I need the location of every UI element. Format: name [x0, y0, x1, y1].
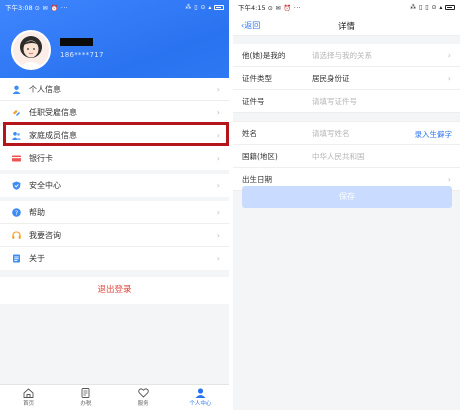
right-screen-family-member-detail: 下午4:15 ⊙ ✉ ⏰ ··· ⁂ ▯ ▯ ⊙ ▴ 详情 ‹返回 他(她)是我… — [233, 0, 460, 410]
menu-label: 我要咨询 — [29, 230, 61, 240]
chevron-right-icon: › — [216, 154, 220, 163]
field-label: 姓名 — [242, 128, 257, 138]
highlight-box-family-members — [3, 122, 229, 146]
menu-group-help: ? 帮助 › 我要咨询 › 关于 › — [0, 201, 229, 270]
user-phone: 186****717 — [60, 51, 104, 59]
chevron-right-icon: › — [216, 181, 220, 190]
menu-item-about[interactable]: 关于 › — [0, 247, 229, 270]
menu-label: 任职受雇信息 — [29, 107, 77, 117]
bottom-tab-bar: 首页 办税 服务 个人中心 — [0, 384, 229, 410]
save-button[interactable]: 保存 — [242, 186, 452, 208]
menu-item-personal-info[interactable]: 个人信息 › — [0, 78, 229, 101]
menu-item-security-center[interactable]: 安全中心 › — [0, 174, 229, 197]
bank-card-icon — [12, 154, 21, 163]
help-icon: ? — [12, 207, 21, 217]
member-form: 他(她)是我的 请选择与我的关系 › 证件类型 居民身份证 › 证件号 请填写证… — [233, 44, 460, 191]
menu-label: 个人信息 — [29, 84, 61, 94]
tab-tax[interactable]: 办税 — [57, 385, 114, 410]
home-icon — [23, 388, 34, 398]
menu-item-help[interactable]: ? 帮助 › — [0, 201, 229, 224]
chevron-right-icon: › — [216, 85, 220, 94]
menu-label: 帮助 — [29, 207, 45, 217]
tab-home[interactable]: 首页 — [0, 385, 57, 410]
field-name[interactable]: 姓名 请填写姓名 录入生僻字 — [233, 122, 460, 145]
status-signal-icons: ⁂ ▯ ▯ ⊙ ▴ — [410, 4, 443, 11]
menu-item-consult[interactable]: 我要咨询 › — [0, 224, 229, 247]
user-name-redacted — [60, 38, 93, 46]
left-screen-my-profile: 下午3:08 ⊙ ✉ ⏰ ··· ⁂ ▯ ⊙ ▴ 186****717 个人信息… — [0, 0, 229, 410]
menu-group-security: 安全中心 › — [0, 174, 229, 197]
nav-header: 下午4:15 ⊙ ✉ ⏰ ··· ⁂ ▯ ▯ ⊙ ▴ 详情 ‹返回 — [233, 0, 460, 36]
user-center-icon — [195, 388, 206, 398]
field-label: 他(她)是我的 — [242, 50, 286, 60]
chevron-right-icon: › — [447, 175, 451, 184]
field-label: 出生日期 — [242, 174, 272, 184]
tab-label: 服务 — [137, 401, 149, 407]
name-input[interactable]: 请填写姓名 — [312, 128, 350, 139]
headset-icon — [12, 230, 21, 240]
logout-button[interactable]: 退出登录 — [0, 277, 229, 304]
field-id-number[interactable]: 证件号 请填写证件号 — [233, 90, 460, 113]
status-signal-icons: ⁂ ▯ ⊙ ▴ — [185, 4, 212, 11]
document-icon — [12, 254, 21, 263]
avatar-woman-icon — [13, 32, 49, 68]
menu-item-employment-info[interactable]: 任职受雇信息 › — [0, 101, 229, 124]
field-nationality[interactable]: 国籍(地区) 中华人民共和国 — [233, 145, 460, 168]
service-icon — [137, 388, 149, 398]
menu-label: 关于 — [29, 254, 45, 263]
svg-text:?: ? — [15, 208, 18, 216]
status-time: 下午4:15 — [238, 4, 266, 12]
tab-label: 办税 — [80, 401, 92, 407]
back-label: 返回 — [244, 21, 261, 30]
menu-group-bank: 银行卡 › — [0, 147, 229, 170]
chevron-right-icon: › — [447, 74, 451, 83]
chevron-right-icon: › — [216, 231, 220, 240]
id-number-input[interactable]: 请填写证件号 — [312, 96, 357, 107]
section-gap — [233, 113, 460, 122]
tab-service[interactable]: 服务 — [115, 385, 172, 410]
tab-user-center[interactable]: 个人中心 — [172, 385, 229, 410]
profile-header: 下午3:08 ⊙ ✉ ⏰ ··· ⁂ ▯ ⊙ ▴ 186****717 — [0, 0, 229, 78]
link-icon — [12, 108, 21, 117]
relationship-select[interactable]: 请选择与我的关系 — [312, 50, 372, 61]
field-label: 国籍(地区) — [242, 151, 278, 161]
person-icon — [12, 85, 21, 94]
rare-character-link[interactable]: 录入生僻字 — [415, 129, 453, 140]
tab-label: 首页 — [23, 401, 35, 407]
field-relationship[interactable]: 他(她)是我的 请选择与我的关系 › — [233, 44, 460, 67]
menu-label: 银行卡 — [29, 154, 53, 163]
status-bar: 下午3:08 ⊙ ✉ ⏰ ··· ⁂ ▯ ⊙ ▴ — [0, 0, 229, 14]
status-bar: 下午4:15 ⊙ ✉ ⏰ ··· ⁂ ▯ ▯ ⊙ ▴ — [233, 0, 460, 14]
menu-label: 安全中心 — [29, 181, 61, 190]
chevron-right-icon: › — [216, 108, 220, 117]
nationality-value[interactable]: 中华人民共和国 — [312, 151, 365, 162]
status-time: 下午3:08 — [5, 4, 33, 12]
field-label: 证件号 — [242, 96, 265, 106]
tax-icon — [81, 388, 90, 398]
menu-item-bank-card[interactable]: 银行卡 › — [0, 147, 229, 170]
battery-icon — [214, 4, 224, 10]
battery-icon — [445, 4, 455, 10]
status-notification-icons: ⊙ ✉ ⏰ ··· — [267, 5, 302, 12]
field-label: 证件类型 — [242, 73, 272, 83]
field-id-type[interactable]: 证件类型 居民身份证 › — [233, 67, 460, 90]
page-title: 详情 — [337, 22, 355, 32]
tab-label: 个人中心 — [189, 401, 212, 407]
avatar[interactable] — [11, 30, 51, 70]
chevron-right-icon: › — [216, 208, 220, 217]
back-button[interactable]: ‹返回 — [241, 20, 260, 31]
status-notification-icons: ⊙ ✉ ⏰ ··· — [34, 5, 69, 12]
id-type-select[interactable]: 居民身份证 — [312, 73, 350, 84]
chevron-right-icon: › — [216, 254, 220, 263]
chevron-right-icon: › — [447, 51, 451, 60]
shield-icon — [12, 181, 21, 190]
